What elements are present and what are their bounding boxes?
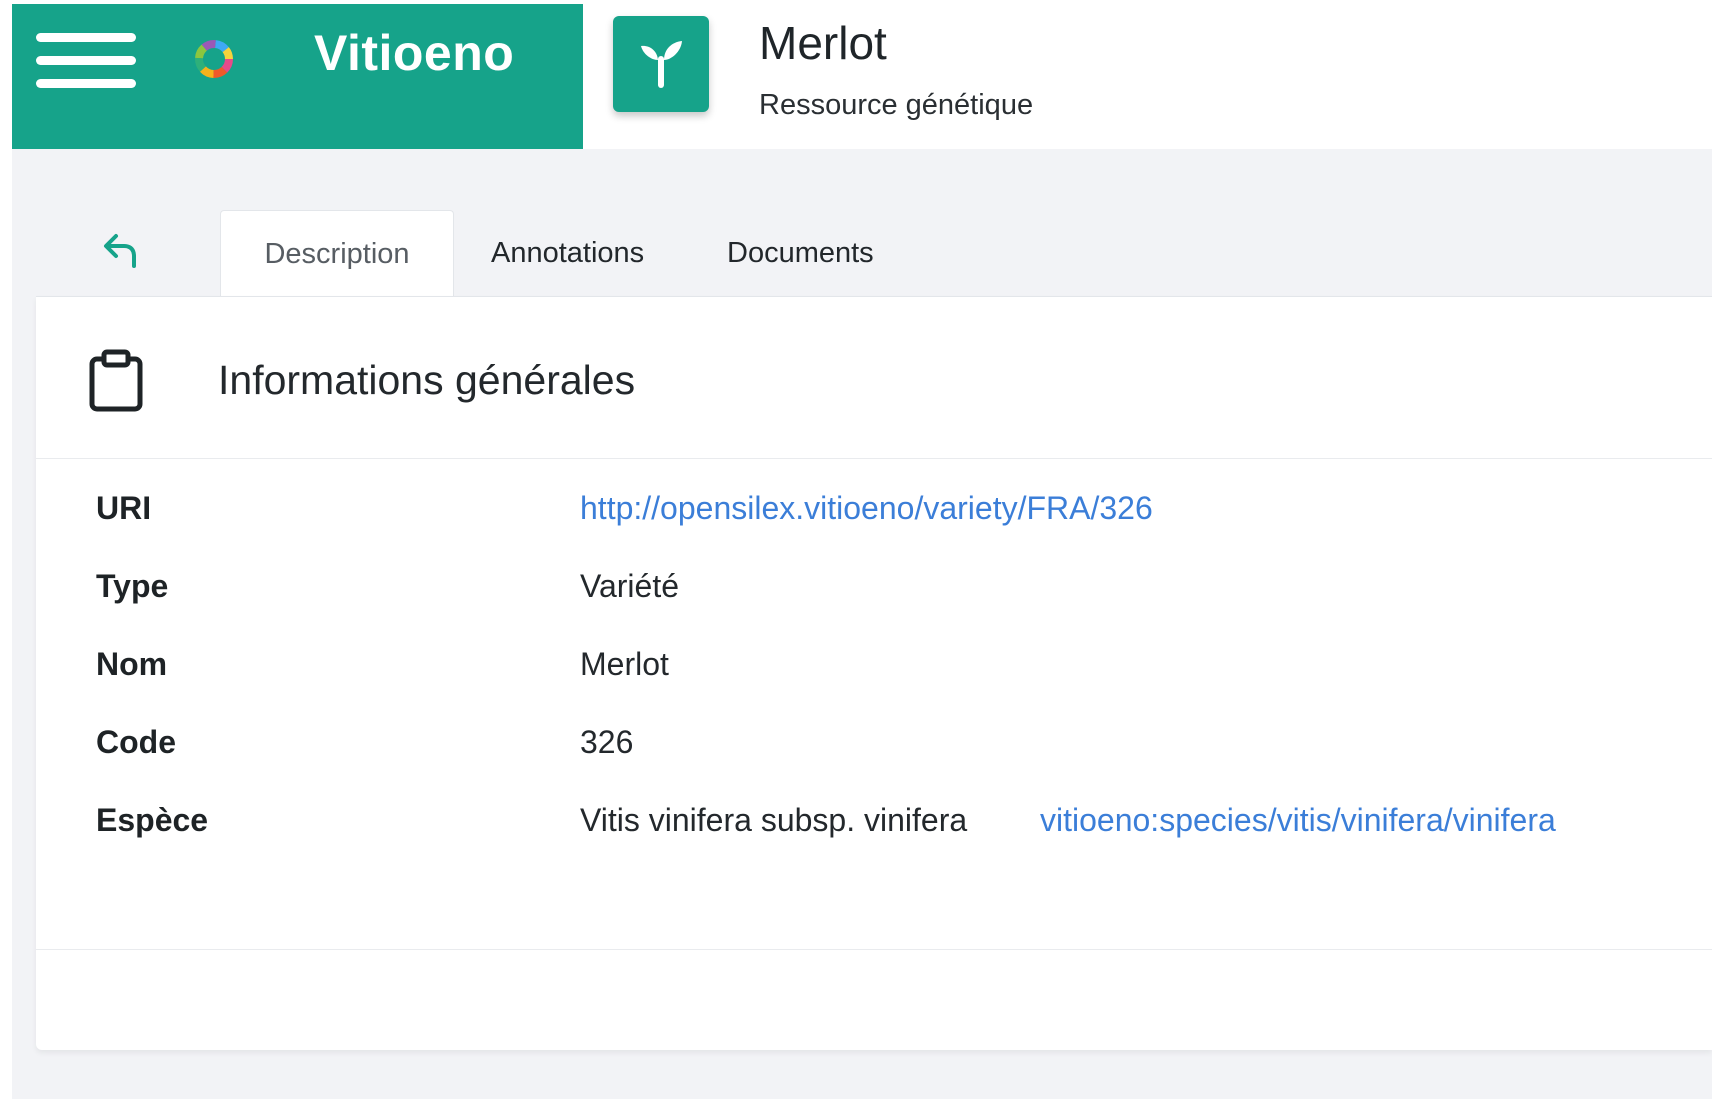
brand-name[interactable]: Vitioeno — [314, 24, 514, 82]
type-label: Type — [96, 568, 169, 604]
section-title: Informations générales — [218, 357, 636, 403]
tab-description[interactable]: Description — [220, 210, 454, 298]
details-card: Informations générales URI http://opensi… — [36, 296, 1712, 1050]
card-header: Informations générales — [36, 297, 1712, 459]
clipboard-icon — [89, 349, 143, 412]
code-label: Code — [96, 724, 176, 760]
nom-value: Merlot — [580, 646, 669, 682]
espece-value: Vitis vinifera subsp. vinifera — [580, 802, 968, 838]
card-divider — [36, 949, 1712, 950]
back-arrow-icon[interactable] — [100, 230, 140, 270]
brand-bar: Vitioeno — [12, 4, 583, 149]
page-title: Merlot — [759, 17, 887, 69]
uri-label: URI — [96, 490, 152, 526]
espece-uri-link[interactable]: vitioeno:species/vitis/vinifera/vinifera — [1040, 802, 1556, 839]
type-value: Variété — [580, 568, 680, 604]
tab-annotations[interactable]: Annotations — [491, 210, 644, 297]
tab-documents[interactable]: Documents — [727, 210, 874, 297]
top-header: Vitioeno Merlot Ressource génétique — [12, 0, 1712, 149]
hamburger-menu-icon[interactable] — [36, 29, 136, 93]
espece-label: Espèce — [96, 802, 209, 838]
uri-link[interactable]: http://opensilex.vitioeno/variety/FRA/32… — [580, 490, 1153, 527]
seedling-icon — [641, 41, 682, 88]
page-type-badge — [613, 16, 709, 112]
code-value: 326 — [580, 724, 634, 760]
app-frame: Vitioeno Merlot Ressource génétique Desc… — [12, 0, 1712, 1099]
nom-label: Nom — [96, 646, 168, 682]
opensilex-logo-icon — [195, 40, 233, 78]
page-subtitle: Ressource génétique — [759, 89, 1034, 121]
